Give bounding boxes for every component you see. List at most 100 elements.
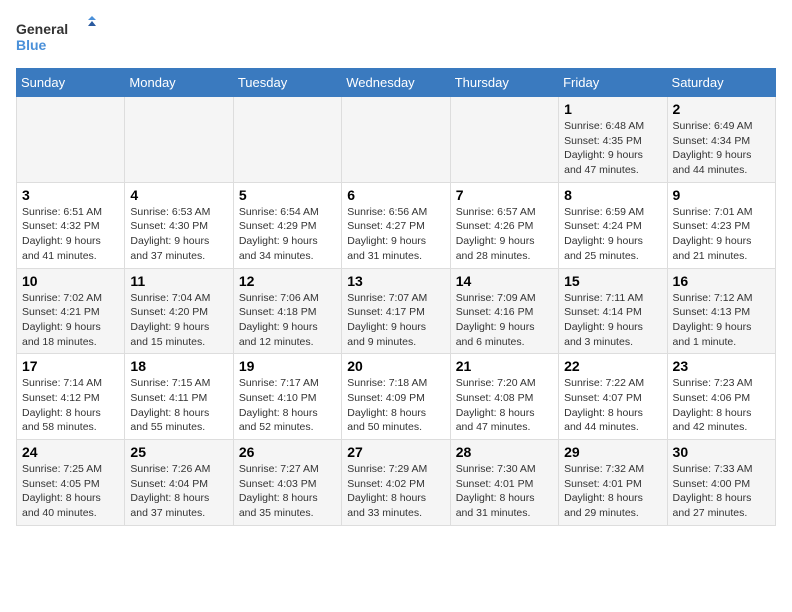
- day-cell: 17 Sunrise: 7:14 AM Sunset: 4:12 PM Dayli…: [17, 354, 125, 440]
- day-info: Sunrise: 7:27 AM Sunset: 4:03 PM Dayligh…: [239, 462, 336, 521]
- day-info: Sunrise: 7:29 AM Sunset: 4:02 PM Dayligh…: [347, 462, 444, 521]
- day-cell: [17, 97, 125, 183]
- day-number: 10: [22, 273, 119, 289]
- day-cell: 18 Sunrise: 7:15 AM Sunset: 4:11 PM Dayli…: [125, 354, 233, 440]
- day-number: 21: [456, 358, 553, 374]
- day-number: 6: [347, 187, 444, 203]
- day-info: Sunrise: 7:23 AM Sunset: 4:06 PM Dayligh…: [673, 376, 770, 435]
- day-cell: 11 Sunrise: 7:04 AM Sunset: 4:20 PM Dayli…: [125, 268, 233, 354]
- day-number: 15: [564, 273, 661, 289]
- day-cell: 27Sunrise: 7:29 AM Sunset: 4:02 PM Dayli…: [342, 440, 450, 526]
- day-cell: 13 Sunrise: 7:07 AM Sunset: 4:17 PM Dayli…: [342, 268, 450, 354]
- day-cell: 19 Sunrise: 7:17 AM Sunset: 4:10 PM Dayli…: [233, 354, 341, 440]
- week-row-3: 10 Sunrise: 7:02 AM Sunset: 4:21 PM Dayli…: [17, 268, 776, 354]
- day-cell: 23 Sunrise: 7:23 AM Sunset: 4:06 PM Dayli…: [667, 354, 775, 440]
- day-cell: 15 Sunrise: 7:11 AM Sunset: 4:14 PM Dayli…: [559, 268, 667, 354]
- day-cell: 14 Sunrise: 7:09 AM Sunset: 4:16 PM Dayli…: [450, 268, 558, 354]
- logo: General Blue: [16, 16, 96, 56]
- day-cell: 20 Sunrise: 7:18 AM Sunset: 4:09 PM Dayli…: [342, 354, 450, 440]
- day-cell: 5Sunrise: 6:54 AM Sunset: 4:29 PM Daylig…: [233, 182, 341, 268]
- day-number: 22: [564, 358, 661, 374]
- day-info: Sunrise: 7:22 AM Sunset: 4:07 PM Dayligh…: [564, 376, 661, 435]
- day-number: 19: [239, 358, 336, 374]
- day-number: 12: [239, 273, 336, 289]
- day-info: Sunrise: 7:17 AM Sunset: 4:10 PM Dayligh…: [239, 376, 336, 435]
- day-cell: 22 Sunrise: 7:22 AM Sunset: 4:07 PM Dayli…: [559, 354, 667, 440]
- day-number: 26: [239, 444, 336, 460]
- day-info: Sunrise: 6:49 AM Sunset: 4:34 PM Dayligh…: [673, 119, 770, 178]
- day-info: Sunrise: 7:07 AM Sunset: 4:17 PM Dayligh…: [347, 291, 444, 350]
- day-number: 23: [673, 358, 770, 374]
- day-info: Sunrise: 6:59 AM Sunset: 4:24 PM Dayligh…: [564, 205, 661, 264]
- day-cell: 2 Sunrise: 6:49 AM Sunset: 4:34 PM Daylig…: [667, 97, 775, 183]
- day-info: Sunrise: 7:26 AM Sunset: 4:04 PM Dayligh…: [130, 462, 227, 521]
- col-header-wednesday: Wednesday: [342, 69, 450, 97]
- day-number: 7: [456, 187, 553, 203]
- day-cell: 1 Sunrise: 6:48 AM Sunset: 4:35 PM Daylig…: [559, 97, 667, 183]
- day-number: 1: [564, 101, 661, 117]
- day-info: Sunrise: 6:56 AM Sunset: 4:27 PM Dayligh…: [347, 205, 444, 264]
- week-row-2: 3Sunrise: 6:51 AM Sunset: 4:32 PM Daylig…: [17, 182, 776, 268]
- day-cell: 9 Sunrise: 7:01 AM Sunset: 4:23 PM Daylig…: [667, 182, 775, 268]
- day-number: 29: [564, 444, 661, 460]
- day-cell: 7 Sunrise: 6:57 AM Sunset: 4:26 PM Daylig…: [450, 182, 558, 268]
- col-header-sunday: Sunday: [17, 69, 125, 97]
- day-info: Sunrise: 7:25 AM Sunset: 4:05 PM Dayligh…: [22, 462, 119, 521]
- week-row-4: 17 Sunrise: 7:14 AM Sunset: 4:12 PM Dayli…: [17, 354, 776, 440]
- day-info: Sunrise: 7:32 AM Sunset: 4:01 PM Dayligh…: [564, 462, 661, 521]
- day-cell: [450, 97, 558, 183]
- day-info: Sunrise: 7:20 AM Sunset: 4:08 PM Dayligh…: [456, 376, 553, 435]
- day-cell: 6 Sunrise: 6:56 AM Sunset: 4:27 PM Daylig…: [342, 182, 450, 268]
- col-header-tuesday: Tuesday: [233, 69, 341, 97]
- day-cell: 4 Sunrise: 6:53 AM Sunset: 4:30 PM Daylig…: [125, 182, 233, 268]
- day-cell: 25Sunrise: 7:26 AM Sunset: 4:04 PM Dayli…: [125, 440, 233, 526]
- day-info: Sunrise: 7:12 AM Sunset: 4:13 PM Dayligh…: [673, 291, 770, 350]
- day-info: Sunrise: 7:33 AM Sunset: 4:00 PM Dayligh…: [673, 462, 770, 521]
- day-info: Sunrise: 7:04 AM Sunset: 4:20 PM Dayligh…: [130, 291, 227, 350]
- svg-text:Blue: Blue: [16, 37, 47, 53]
- day-number: 4: [130, 187, 227, 203]
- day-info: Sunrise: 7:02 AM Sunset: 4:21 PM Dayligh…: [22, 291, 119, 350]
- header-row: SundayMondayTuesdayWednesdayThursdayFrid…: [17, 69, 776, 97]
- day-number: 20: [347, 358, 444, 374]
- day-number: 18: [130, 358, 227, 374]
- day-number: 24: [22, 444, 119, 460]
- day-info: Sunrise: 7:09 AM Sunset: 4:16 PM Dayligh…: [456, 291, 553, 350]
- week-row-5: 24 Sunrise: 7:25 AM Sunset: 4:05 PM Dayli…: [17, 440, 776, 526]
- day-cell: 24 Sunrise: 7:25 AM Sunset: 4:05 PM Dayli…: [17, 440, 125, 526]
- day-cell: 29 Sunrise: 7:32 AM Sunset: 4:01 PM Dayli…: [559, 440, 667, 526]
- week-row-1: 1 Sunrise: 6:48 AM Sunset: 4:35 PM Daylig…: [17, 97, 776, 183]
- day-cell: 16 Sunrise: 7:12 AM Sunset: 4:13 PM Dayli…: [667, 268, 775, 354]
- day-info: Sunrise: 7:01 AM Sunset: 4:23 PM Dayligh…: [673, 205, 770, 264]
- calendar-table: SundayMondayTuesdayWednesdayThursdayFrid…: [16, 68, 776, 526]
- day-info: Sunrise: 7:14 AM Sunset: 4:12 PM Dayligh…: [22, 376, 119, 435]
- day-cell: [342, 97, 450, 183]
- day-number: 17: [22, 358, 119, 374]
- day-number: 16: [673, 273, 770, 289]
- day-number: 14: [456, 273, 553, 289]
- day-cell: 30Sunrise: 7:33 AM Sunset: 4:00 PM Dayli…: [667, 440, 775, 526]
- day-number: 28: [456, 444, 553, 460]
- day-cell: [125, 97, 233, 183]
- day-cell: 10 Sunrise: 7:02 AM Sunset: 4:21 PM Dayli…: [17, 268, 125, 354]
- day-info: Sunrise: 6:48 AM Sunset: 4:35 PM Dayligh…: [564, 119, 661, 178]
- day-info: Sunrise: 7:06 AM Sunset: 4:18 PM Dayligh…: [239, 291, 336, 350]
- day-info: Sunrise: 7:15 AM Sunset: 4:11 PM Dayligh…: [130, 376, 227, 435]
- day-info: Sunrise: 6:53 AM Sunset: 4:30 PM Dayligh…: [130, 205, 227, 264]
- day-number: 11: [130, 273, 227, 289]
- day-number: 8: [564, 187, 661, 203]
- day-number: 9: [673, 187, 770, 203]
- day-cell: 8 Sunrise: 6:59 AM Sunset: 4:24 PM Daylig…: [559, 182, 667, 268]
- col-header-monday: Monday: [125, 69, 233, 97]
- logo-svg: General Blue: [16, 16, 96, 56]
- header: General Blue: [16, 16, 776, 56]
- day-info: Sunrise: 7:18 AM Sunset: 4:09 PM Dayligh…: [347, 376, 444, 435]
- day-number: 13: [347, 273, 444, 289]
- day-info: Sunrise: 6:57 AM Sunset: 4:26 PM Dayligh…: [456, 205, 553, 264]
- col-header-friday: Friday: [559, 69, 667, 97]
- day-info: Sunrise: 7:11 AM Sunset: 4:14 PM Dayligh…: [564, 291, 661, 350]
- day-info: Sunrise: 6:51 AM Sunset: 4:32 PM Dayligh…: [22, 205, 119, 264]
- day-cell: 3Sunrise: 6:51 AM Sunset: 4:32 PM Daylig…: [17, 182, 125, 268]
- day-number: 2: [673, 101, 770, 117]
- day-cell: 12 Sunrise: 7:06 AM Sunset: 4:18 PM Dayli…: [233, 268, 341, 354]
